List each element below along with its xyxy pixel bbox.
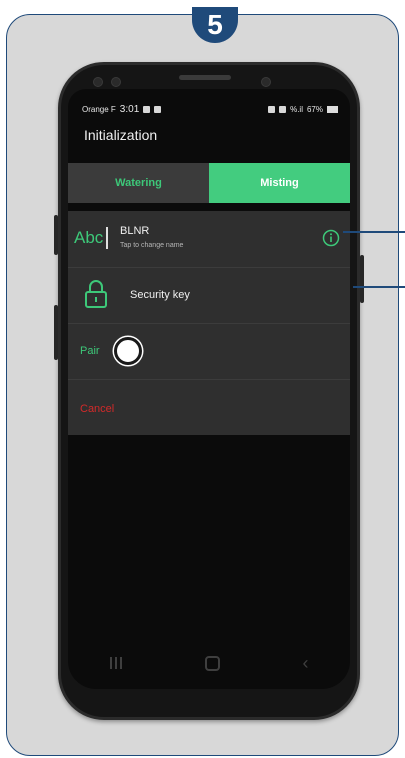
cancel-button[interactable]: Cancel	[80, 403, 114, 415]
back-icon[interactable]: ‹	[303, 654, 309, 672]
tab-misting[interactable]: Misting	[209, 163, 350, 203]
nfc-icon	[268, 105, 276, 113]
iris-sensor	[261, 77, 271, 87]
security-key-label: Security key	[130, 289, 190, 301]
recents-icon[interactable]	[109, 657, 122, 669]
mode-tabs: Watering Misting	[68, 163, 350, 203]
cancel-row[interactable]: Cancel	[68, 379, 350, 435]
home-icon[interactable]	[204, 655, 220, 671]
pair-row[interactable]: Pair	[68, 323, 350, 380]
page-title: Initialization	[84, 127, 158, 143]
tap-indicator	[114, 337, 142, 365]
device-name-row[interactable]: Abc BLNR Tap to change name	[68, 211, 350, 268]
phone-frame: Orange F 3:01 %.il 67% Initialization Wa…	[54, 62, 364, 720]
bixby-button	[360, 255, 364, 303]
sensor	[93, 77, 103, 87]
battery-icon	[327, 105, 338, 113]
power-button	[54, 215, 58, 255]
volume-button	[54, 305, 58, 360]
notification-icon	[154, 105, 162, 113]
status-bar: Orange F 3:01 %.il 67%	[82, 103, 338, 115]
device-name-hint: Tap to change name	[120, 242, 184, 249]
front-camera	[111, 77, 121, 87]
device-name: BLNR	[120, 225, 150, 237]
gallery-icon	[143, 105, 151, 113]
callout-line-security	[353, 286, 405, 288]
lock-icon	[85, 280, 107, 308]
clock: 3:01	[119, 103, 140, 115]
security-key-row[interactable]: Security key	[68, 267, 350, 324]
tab-watering[interactable]: Watering	[68, 163, 209, 203]
navigation-bar: ‹	[68, 651, 350, 675]
info-icon[interactable]	[322, 229, 340, 247]
signal-icon: %.il	[290, 104, 303, 114]
phone-screen: Orange F 3:01 %.il 67% Initialization Wa…	[68, 89, 350, 689]
step-badge: 5	[192, 7, 238, 43]
device-panel: Abc BLNR Tap to change name Security key	[68, 211, 350, 435]
text-field-icon: Abc	[74, 227, 109, 249]
abc-label: Abc	[74, 228, 104, 247]
vibrate-icon	[279, 105, 287, 113]
pair-button[interactable]: Pair	[80, 345, 100, 357]
battery-level: 67%	[306, 104, 323, 114]
carrier-label: Orange F	[82, 104, 116, 114]
callout-line-name	[343, 231, 405, 233]
earpiece	[179, 75, 231, 80]
